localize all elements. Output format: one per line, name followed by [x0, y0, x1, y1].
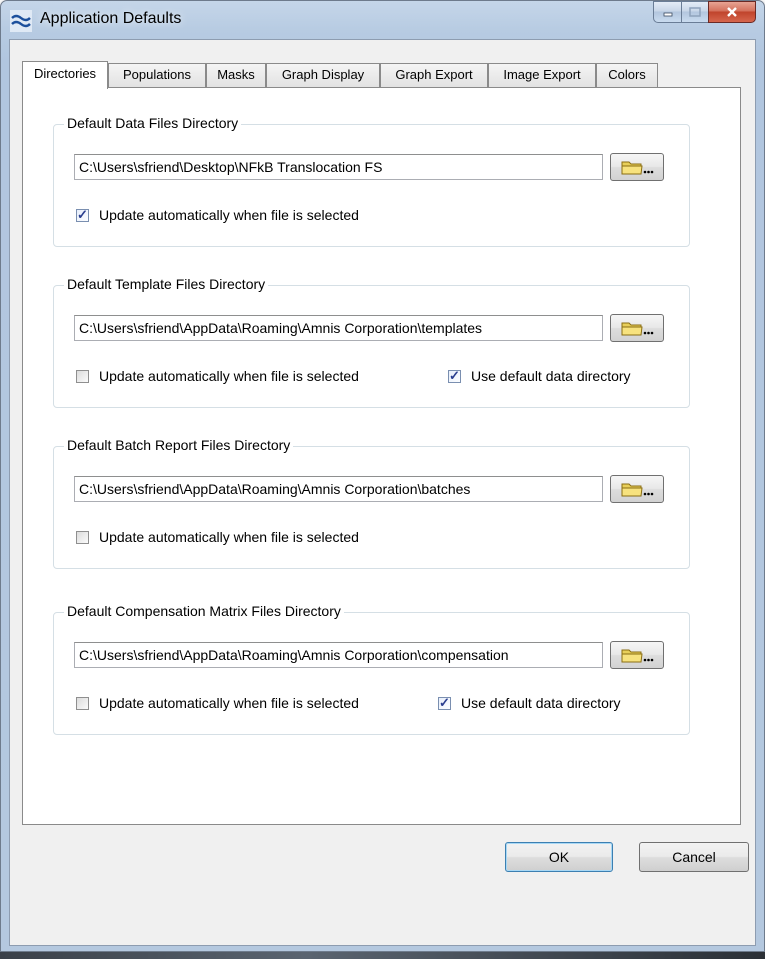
title-bar[interactable]: Application Defaults [1, 1, 764, 41]
tab-colors[interactable]: Colors [596, 63, 658, 87]
template-files-auto-update-label: Update automatically when file is select… [99, 368, 359, 384]
close-icon [727, 7, 737, 17]
tab-masks[interactable]: Masks [206, 63, 266, 87]
waves-icon [10, 10, 32, 32]
compensation-files-browse-button[interactable] [610, 641, 664, 669]
checkbox-box[interactable]: ✓ [76, 206, 89, 222]
checkmark-icon: ✓ [439, 694, 450, 710]
dialog-window: Application Defaults Directories Populat… [0, 0, 765, 952]
data-files-group: Default Data Files Directory ✓ Update au… [53, 115, 690, 247]
batch-report-files-auto-update-label: Update automatically when file is select… [99, 529, 359, 545]
folder-icon [621, 483, 654, 497]
template-files-browse-button[interactable] [610, 314, 664, 342]
compensation-files-group-title: Default Compensation Matrix Files Direct… [64, 603, 344, 619]
checkbox-box[interactable]: ✓ [448, 367, 461, 383]
checkbox-box[interactable]: ✓ [438, 694, 451, 710]
template-files-group-title: Default Template Files Directory [64, 276, 269, 292]
checkbox-box[interactable] [76, 530, 89, 544]
checkbox-box[interactable] [76, 369, 89, 383]
tab-graph-export[interactable]: Graph Export [380, 63, 488, 87]
folder-icon [621, 161, 654, 175]
maximize-button[interactable] [681, 1, 708, 23]
checkmark-icon: ✓ [77, 206, 88, 222]
data-files-group-title: Default Data Files Directory [64, 115, 242, 131]
tab-image-export[interactable]: Image Export [488, 63, 596, 87]
tab-directories[interactable]: Directories [22, 61, 108, 89]
maximize-icon [689, 7, 701, 17]
template-files-group: Default Template Files Directory Update … [53, 276, 690, 408]
template-files-auto-update-checkbox[interactable]: Update automatically when file is select… [76, 368, 359, 384]
template-files-use-default-checkbox[interactable]: ✓ Use default data directory [448, 368, 631, 384]
batch-report-files-group: Default Batch Report Files Directory Upd… [53, 437, 690, 569]
checkmark-icon: ✓ [449, 367, 460, 383]
batch-report-files-group-title: Default Batch Report Files Directory [64, 437, 294, 453]
template-files-path-input[interactable] [74, 315, 603, 341]
folder-icon [621, 649, 654, 663]
ok-button[interactable]: OK [505, 842, 613, 872]
batch-report-files-path-input[interactable] [74, 476, 603, 502]
compensation-files-use-default-label: Use default data directory [461, 695, 621, 711]
data-files-path-input[interactable] [74, 154, 603, 180]
compensation-files-group: Default Compensation Matrix Files Direct… [53, 603, 690, 735]
data-files-auto-update-checkbox[interactable]: ✓ Update automatically when file is sele… [76, 207, 359, 223]
template-files-use-default-label: Use default data directory [471, 368, 631, 384]
desktop-taskbar-edge [0, 952, 765, 959]
compensation-files-auto-update-label: Update automatically when file is select… [99, 695, 359, 711]
window-title: Application Defaults [40, 10, 182, 27]
cancel-button[interactable]: Cancel [639, 842, 749, 872]
batch-report-files-browse-button[interactable] [610, 475, 664, 503]
directories-panel: Default Data Files Directory ✓ Update au… [22, 87, 741, 825]
tab-populations[interactable]: Populations [108, 63, 206, 87]
checkbox-box[interactable] [76, 696, 89, 710]
minimize-button[interactable] [653, 1, 681, 23]
compensation-files-path-input[interactable] [74, 642, 603, 668]
data-files-auto-update-label: Update automatically when file is select… [99, 207, 359, 223]
compensation-files-use-default-checkbox[interactable]: ✓ Use default data directory [438, 695, 621, 711]
close-button[interactable] [708, 1, 756, 23]
compensation-files-auto-update-checkbox[interactable]: Update automatically when file is select… [76, 695, 359, 711]
folder-icon [621, 322, 654, 336]
batch-report-files-auto-update-checkbox[interactable]: Update automatically when file is select… [76, 529, 359, 545]
minimize-icon [663, 12, 672, 17]
tab-graph-display[interactable]: Graph Display [266, 63, 380, 87]
data-files-browse-button[interactable] [610, 153, 664, 181]
dialog-client-area: Directories Populations Masks Graph Disp… [9, 39, 756, 946]
